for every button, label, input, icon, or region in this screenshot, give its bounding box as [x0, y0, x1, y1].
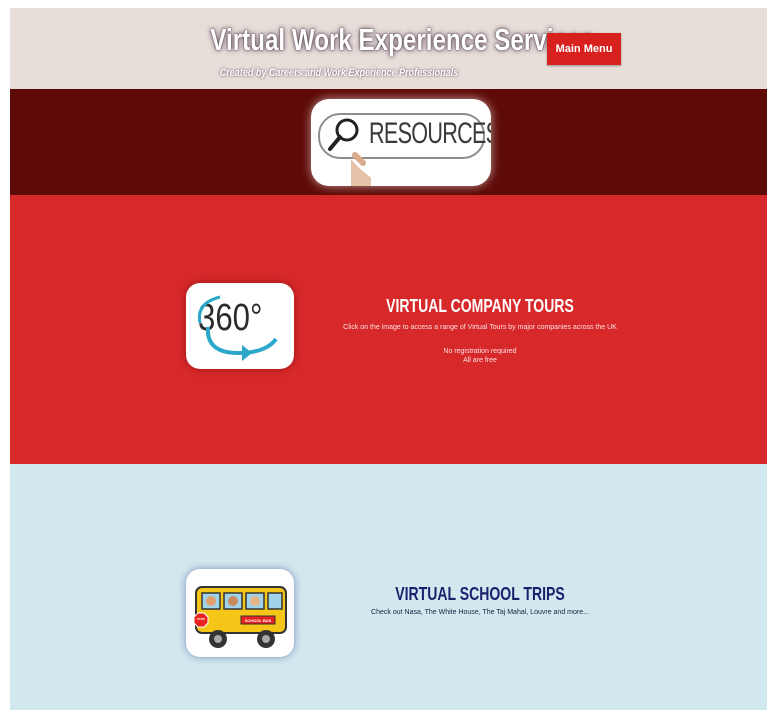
virtual-school-trips-section: STOP SCHOOL BUS VIRTUAL SCHOOL TRIPS Che… [10, 464, 767, 710]
rotate-arrow-icon [197, 295, 278, 361]
tours-title: VIRTUAL COMPANY TOURS [386, 296, 574, 316]
tours-note-free: All are free [463, 357, 497, 364]
school-bus-image[interactable]: STOP SCHOOL BUS [186, 569, 294, 657]
resources-word: RESOURCES [369, 117, 491, 150]
resources-section: RESOURCES [10, 89, 767, 195]
tours-360-image[interactable]: 360° [186, 283, 294, 369]
bus-banner-text: SCHOOL BUS [244, 618, 272, 623]
page-frame: Virtual Work Experience Services Created… [10, 8, 767, 710]
tours-note-registration: No registration required [443, 348, 517, 355]
trips-title: VIRTUAL SCHOOL TRIPS [395, 584, 565, 604]
resources-image[interactable]: RESOURCES [311, 99, 491, 186]
school-bus-icon [193, 586, 287, 648]
site-header: Virtual Work Experience Services Created… [10, 8, 767, 89]
tours-description: Click on the image to access a range of … [343, 324, 617, 331]
bus-stop-sign: STOP [196, 617, 206, 621]
trips-description: Check out Nasa, The White House, The Taj… [371, 609, 589, 616]
virtual-company-tours-section: 360° VIRTUAL COMPANY TOURS Click on the … [10, 195, 767, 464]
site-subtitle: Created by Careers and Work Experience P… [219, 67, 459, 79]
main-menu-button[interactable]: Main Menu [547, 33, 621, 65]
site-title: Virtual Work Experience Services [210, 22, 594, 57]
magnifier-icon [328, 118, 371, 186]
